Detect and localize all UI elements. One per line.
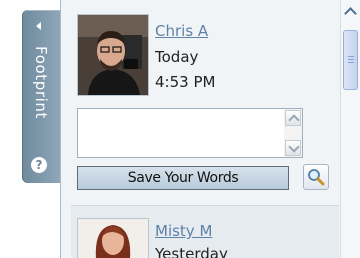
visit-day: Yesterday (155, 245, 228, 258)
help-icon[interactable]: ? (31, 157, 47, 173)
user-name-link[interactable]: Misty M (155, 222, 212, 240)
footprint-entry: Chris A Today 4:53 PM Save Your Words (71, 8, 339, 196)
scrollbar-thumb[interactable] (343, 30, 358, 90)
textarea-scroll-down-button[interactable] (285, 140, 301, 156)
footprint-panel: Chris A Today 4:53 PM Save Your Words Mi… (60, 0, 360, 258)
grip-line (348, 56, 354, 57)
collapse-arrow-icon[interactable] (36, 22, 41, 30)
grip-line (348, 62, 354, 63)
avatar[interactable] (77, 218, 149, 258)
grip-line (348, 59, 354, 60)
words-textarea[interactable] (78, 109, 286, 159)
chevron-down-icon (288, 141, 300, 153)
avatar[interactable] (77, 14, 149, 96)
side-tab-label: Footprint (32, 46, 50, 119)
words-textarea-box (77, 108, 303, 159)
footprint-entry: Misty M Yesterday (71, 205, 339, 258)
user-name-link[interactable]: Chris A (155, 22, 208, 40)
panel-scrollbar[interactable] (340, 0, 360, 258)
magnifier-icon[interactable] (303, 164, 329, 190)
footprint-widget: Footprint ? Chris A Today 4:53 PM Save Y… (0, 0, 360, 258)
visit-time: 4:53 PM (155, 73, 216, 91)
save-your-words-button[interactable]: Save Your Words (77, 166, 289, 190)
chevron-up-icon[interactable] (344, 7, 357, 20)
visit-day: Today (155, 48, 199, 66)
footprint-side-tab[interactable]: Footprint ? (22, 10, 60, 183)
chevron-up-icon (288, 114, 300, 126)
textarea-scroll-up-button[interactable] (285, 110, 301, 126)
textarea-scrollbar[interactable] (284, 109, 302, 157)
